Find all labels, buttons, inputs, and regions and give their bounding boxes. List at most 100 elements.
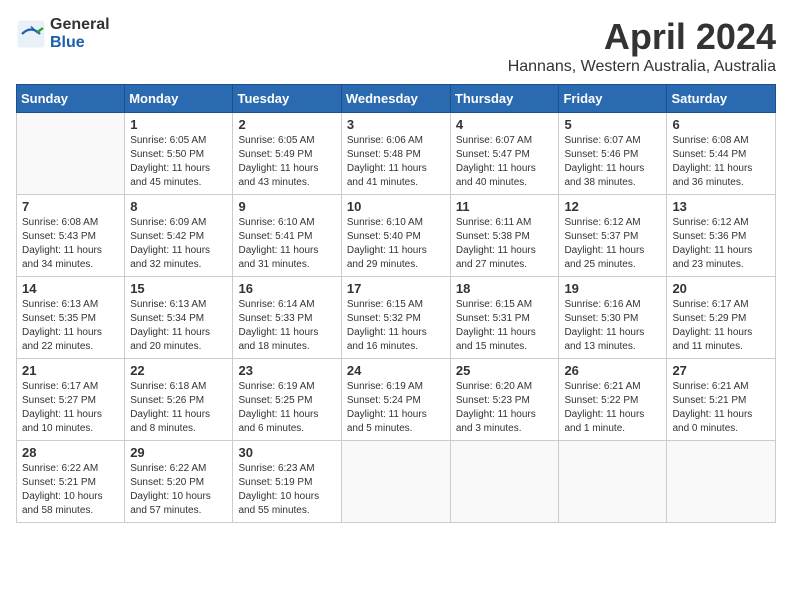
calendar-cell [17,113,125,195]
day-number: 28 [22,445,119,460]
column-header-saturday: Saturday [667,85,776,113]
week-row-2: 7 Sunrise: 6:08 AM Sunset: 5:43 PM Daylig… [17,195,776,277]
day-number: 21 [22,363,119,378]
calendar-cell: 7 Sunrise: 6:08 AM Sunset: 5:43 PM Daylig… [17,195,125,277]
calendar-cell: 24 Sunrise: 6:19 AM Sunset: 5:24 PM Dayli… [341,359,450,441]
logo: General Blue [16,16,110,51]
day-info: Sunrise: 6:07 AM Sunset: 5:47 PM Dayligh… [456,134,554,190]
column-header-thursday: Thursday [450,85,559,113]
day-info: Sunrise: 6:20 AM Sunset: 5:23 PM Dayligh… [456,380,554,436]
calendar-cell: 6Sunrise: 6:08 AM Sunset: 5:44 PM Daylig… [667,113,776,195]
calendar-cell: 10 Sunrise: 6:10 AM Sunset: 5:40 PM Dayli… [341,195,450,277]
calendar-cell: 15 Sunrise: 6:13 AM Sunset: 5:34 PM Dayli… [125,277,233,359]
calendar-cell: 2Sunrise: 6:05 AM Sunset: 5:49 PM Daylig… [233,113,341,195]
day-info: Sunrise: 6:14 AM Sunset: 5:33 PM Dayligh… [238,298,335,354]
day-number: 23 [238,363,335,378]
day-number: 22 [130,363,227,378]
calendar-cell: 11 Sunrise: 6:11 AM Sunset: 5:38 PM Dayli… [450,195,559,277]
day-info: Sunrise: 6:17 AM Sunset: 5:29 PM Dayligh… [672,298,770,354]
day-info: Sunrise: 6:13 AM Sunset: 5:34 PM Dayligh… [130,298,227,354]
calendar-cell: 30 Sunrise: 6:23 AM Sunset: 5:19 PM Dayli… [233,441,341,523]
day-info: Sunrise: 6:05 AM Sunset: 5:50 PM Dayligh… [130,134,227,190]
column-header-friday: Friday [559,85,667,113]
calendar-cell: 13Sunrise: 6:12 AM Sunset: 5:36 PM Dayli… [667,195,776,277]
day-number: 1 [130,117,227,132]
day-info: Sunrise: 6:22 AM Sunset: 5:21 PM Dayligh… [22,462,119,518]
week-row-5: 28 Sunrise: 6:22 AM Sunset: 5:21 PM Dayli… [17,441,776,523]
calendar-cell: 16Sunrise: 6:14 AM Sunset: 5:33 PM Dayli… [233,277,341,359]
calendar-cell [667,441,776,523]
logo-blue-text: Blue [50,34,110,52]
calendar-cell [559,441,667,523]
calendar-cell: 29 Sunrise: 6:22 AM Sunset: 5:20 PM Dayli… [125,441,233,523]
column-header-tuesday: Tuesday [233,85,341,113]
day-number: 12 [564,199,661,214]
day-number: 6 [672,117,770,132]
calendar-cell: 5 Sunrise: 6:07 AM Sunset: 5:46 PM Daylig… [559,113,667,195]
day-number: 15 [130,281,227,296]
day-number: 14 [22,281,119,296]
day-info: Sunrise: 6:19 AM Sunset: 5:24 PM Dayligh… [347,380,445,436]
header-row: SundayMondayTuesdayWednesdayThursdayFrid… [17,85,776,113]
day-info: Sunrise: 6:10 AM Sunset: 5:40 PM Dayligh… [347,216,445,272]
logo-general-text: General [50,16,110,34]
week-row-3: 14 Sunrise: 6:13 AM Sunset: 5:35 PM Dayli… [17,277,776,359]
day-number: 30 [238,445,335,460]
day-number: 27 [672,363,770,378]
day-info: Sunrise: 6:15 AM Sunset: 5:31 PM Dayligh… [456,298,554,354]
day-info: Sunrise: 6:19 AM Sunset: 5:25 PM Dayligh… [238,380,335,436]
calendar-subtitle: Hannans, Western Australia, Australia [508,58,776,76]
day-info: Sunrise: 6:17 AM Sunset: 5:27 PM Dayligh… [22,380,119,436]
calendar-cell: 21 Sunrise: 6:17 AM Sunset: 5:27 PM Dayli… [17,359,125,441]
day-number: 17 [347,281,445,296]
day-number: 24 [347,363,445,378]
day-number: 10 [347,199,445,214]
day-info: Sunrise: 6:21 AM Sunset: 5:21 PM Dayligh… [672,380,770,436]
day-number: 18 [456,281,554,296]
day-info: Sunrise: 6:13 AM Sunset: 5:35 PM Dayligh… [22,298,119,354]
day-info: Sunrise: 6:22 AM Sunset: 5:20 PM Dayligh… [130,462,227,518]
day-info: Sunrise: 6:11 AM Sunset: 5:38 PM Dayligh… [456,216,554,272]
day-number: 29 [130,445,227,460]
calendar-cell: 9 Sunrise: 6:10 AM Sunset: 5:41 PM Daylig… [233,195,341,277]
calendar-cell: 26 Sunrise: 6:21 AM Sunset: 5:22 PM Dayli… [559,359,667,441]
day-info: Sunrise: 6:10 AM Sunset: 5:41 PM Dayligh… [238,216,335,272]
calendar-cell: 8Sunrise: 6:09 AM Sunset: 5:42 PM Daylig… [125,195,233,277]
day-number: 7 [22,199,119,214]
day-number: 2 [238,117,335,132]
calendar-cell: 14 Sunrise: 6:13 AM Sunset: 5:35 PM Dayli… [17,277,125,359]
day-info: Sunrise: 6:23 AM Sunset: 5:19 PM Dayligh… [238,462,335,518]
calendar-cell: 23 Sunrise: 6:19 AM Sunset: 5:25 PM Dayli… [233,359,341,441]
calendar-cell: 22 Sunrise: 6:18 AM Sunset: 5:26 PM Dayli… [125,359,233,441]
day-number: 4 [456,117,554,132]
calendar-cell [341,441,450,523]
calendar-cell: 4 Sunrise: 6:07 AM Sunset: 5:47 PM Daylig… [450,113,559,195]
calendar-title: April 2024 [508,16,776,58]
day-info: Sunrise: 6:21 AM Sunset: 5:22 PM Dayligh… [564,380,661,436]
day-info: Sunrise: 6:15 AM Sunset: 5:32 PM Dayligh… [347,298,445,354]
column-header-sunday: Sunday [17,85,125,113]
day-info: Sunrise: 6:16 AM Sunset: 5:30 PM Dayligh… [564,298,661,354]
calendar-cell: 12 Sunrise: 6:12 AM Sunset: 5:37 PM Dayli… [559,195,667,277]
calendar-cell: 3Sunrise: 6:06 AM Sunset: 5:48 PM Daylig… [341,113,450,195]
calendar-cell: 27 Sunrise: 6:21 AM Sunset: 5:21 PM Dayli… [667,359,776,441]
day-info: Sunrise: 6:12 AM Sunset: 5:36 PM Dayligh… [672,216,770,272]
week-row-1: 1 Sunrise: 6:05 AM Sunset: 5:50 PM Daylig… [17,113,776,195]
day-number: 5 [564,117,661,132]
week-row-4: 21 Sunrise: 6:17 AM Sunset: 5:27 PM Dayli… [17,359,776,441]
day-number: 3 [347,117,445,132]
day-info: Sunrise: 6:08 AM Sunset: 5:43 PM Dayligh… [22,216,119,272]
calendar-cell: 17 Sunrise: 6:15 AM Sunset: 5:32 PM Dayli… [341,277,450,359]
calendar-cell: 25 Sunrise: 6:20 AM Sunset: 5:23 PM Dayli… [450,359,559,441]
day-info: Sunrise: 6:12 AM Sunset: 5:37 PM Dayligh… [564,216,661,272]
day-number: 9 [238,199,335,214]
day-info: Sunrise: 6:18 AM Sunset: 5:26 PM Dayligh… [130,380,227,436]
calendar-table: SundayMondayTuesdayWednesdayThursdayFrid… [16,84,776,523]
column-header-monday: Monday [125,85,233,113]
day-number: 26 [564,363,661,378]
day-number: 11 [456,199,554,214]
calendar-cell [450,441,559,523]
day-info: Sunrise: 6:07 AM Sunset: 5:46 PM Dayligh… [564,134,661,190]
title-area: April 2024 Hannans, Western Australia, A… [508,16,776,76]
day-number: 25 [456,363,554,378]
